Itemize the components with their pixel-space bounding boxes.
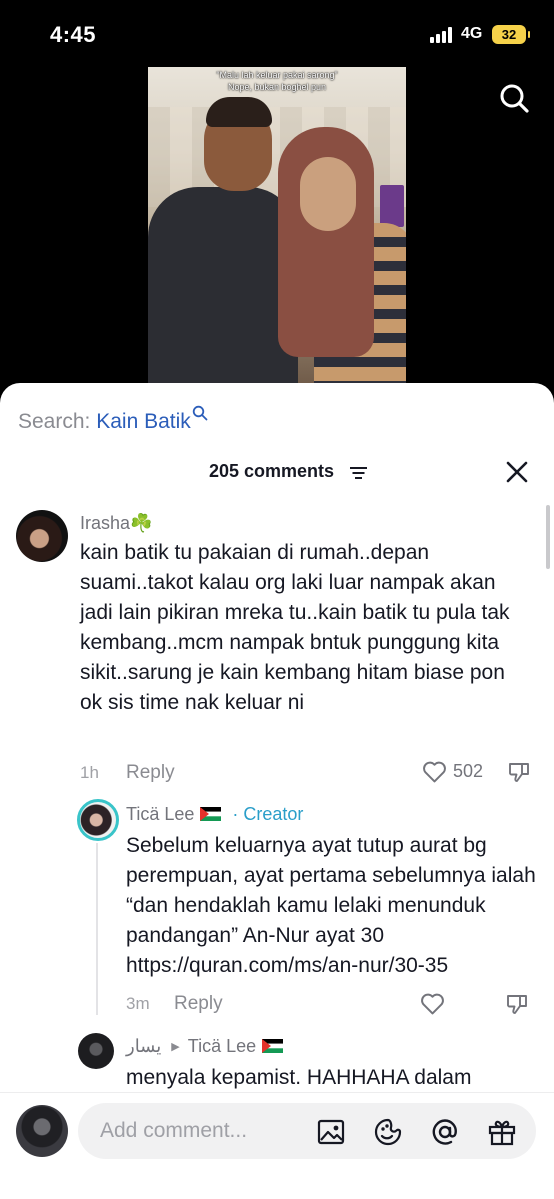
reply-to-username: Ticä Lee <box>187 1036 257 1056</box>
scrollbar[interactable] <box>546 505 550 569</box>
dislike-icon[interactable] <box>507 760 531 784</box>
emoji-icon[interactable] <box>373 1117 403 1147</box>
reply-username-text: Ticä Lee <box>126 804 195 824</box>
reply-button[interactable]: Reply <box>126 762 175 784</box>
thread-line <box>96 843 98 1015</box>
dislike-icon[interactable] <box>505 992 529 1016</box>
reply-text: menyala kepamist. HAHHAHA dalam <box>126 1066 472 1089</box>
reply-username[interactable]: ‫يسار‬ ▶ Ticä Lee <box>126 1036 284 1057</box>
status-bar: 4:45 4G 32 <box>0 0 554 70</box>
creator-badge: · Creator <box>232 804 304 824</box>
gift-icon[interactable] <box>487 1117 517 1147</box>
status-time: 4:45 <box>50 22 97 47</box>
palestine-flag-icon <box>262 1039 284 1053</box>
video-caption-line: “Malu lah keluar pakai sarong” <box>216 70 338 80</box>
search-suggestion[interactable]: Search: Kain Batik <box>18 405 208 435</box>
image-icon[interactable] <box>316 1117 346 1147</box>
comments-header: 205 comments <box>0 459 554 489</box>
search-icon[interactable] <box>498 82 530 114</box>
video-person <box>274 127 406 387</box>
like-count: 502 <box>453 761 484 781</box>
reply-arrow-icon: ▶ <box>171 1041 180 1053</box>
signal-icon <box>430 27 454 43</box>
reply-text: Sebelum keluarnya ayat tutup aurat bg pe… <box>126 834 536 977</box>
close-icon[interactable] <box>504 459 530 485</box>
heart-icon <box>423 761 446 783</box>
sort-icon[interactable] <box>350 466 367 480</box>
comment-username[interactable]: Irasha☘️ <box>80 513 152 534</box>
avatar[interactable] <box>77 799 119 841</box>
comment-input[interactable]: Add comment... <box>78 1103 536 1159</box>
mention-icon[interactable] <box>430 1117 460 1147</box>
video-caption-line: Nope, bukan boghel pun <box>227 82 327 92</box>
reply-item: ‫يسار‬ ▶ Ticä Lee menyala kepamist. HAHH… <box>0 383 554 1089</box>
comments-sheet: Search: Kain Batik 205 comments Irasha☘️… <box>0 383 554 1199</box>
network-type: 4G <box>461 25 483 42</box>
search-term[interactable]: Kain Batik <box>96 410 191 433</box>
reply-username-text: ‫يسار‬ <box>126 1036 162 1056</box>
comment-input-placeholder: Add comment... <box>100 1119 248 1142</box>
reply-username[interactable]: Ticä Lee · Creator <box>126 804 303 825</box>
comment-text: kain batik tu pakaian di rumah..depan su… <box>80 541 510 714</box>
search-icon <box>192 405 208 421</box>
video-preview[interactable]: “Malu lah keluar pakai sarong” Nope, buk… <box>148 67 406 387</box>
like-button[interactable]: 502 <box>422 760 483 783</box>
comments-count: 205 comments <box>209 461 335 481</box>
heart-icon[interactable] <box>420 992 445 1015</box>
avatar[interactable] <box>78 1033 114 1069</box>
battery-icon: 32 <box>492 25 530 44</box>
reply-button[interactable]: Reply <box>174 993 223 1015</box>
avatar <box>16 1105 68 1157</box>
palestine-flag-icon <box>200 807 222 821</box>
search-prefix: Search: <box>18 410 91 433</box>
avatar[interactable] <box>16 510 68 562</box>
video-caption: “Malu lah keluar pakai sarong” Nope, buk… <box>148 69 406 93</box>
comment-time: 1h <box>80 763 99 782</box>
comment-composer: Add comment... <box>0 1092 554 1199</box>
reply-time: 3m <box>126 994 150 1013</box>
